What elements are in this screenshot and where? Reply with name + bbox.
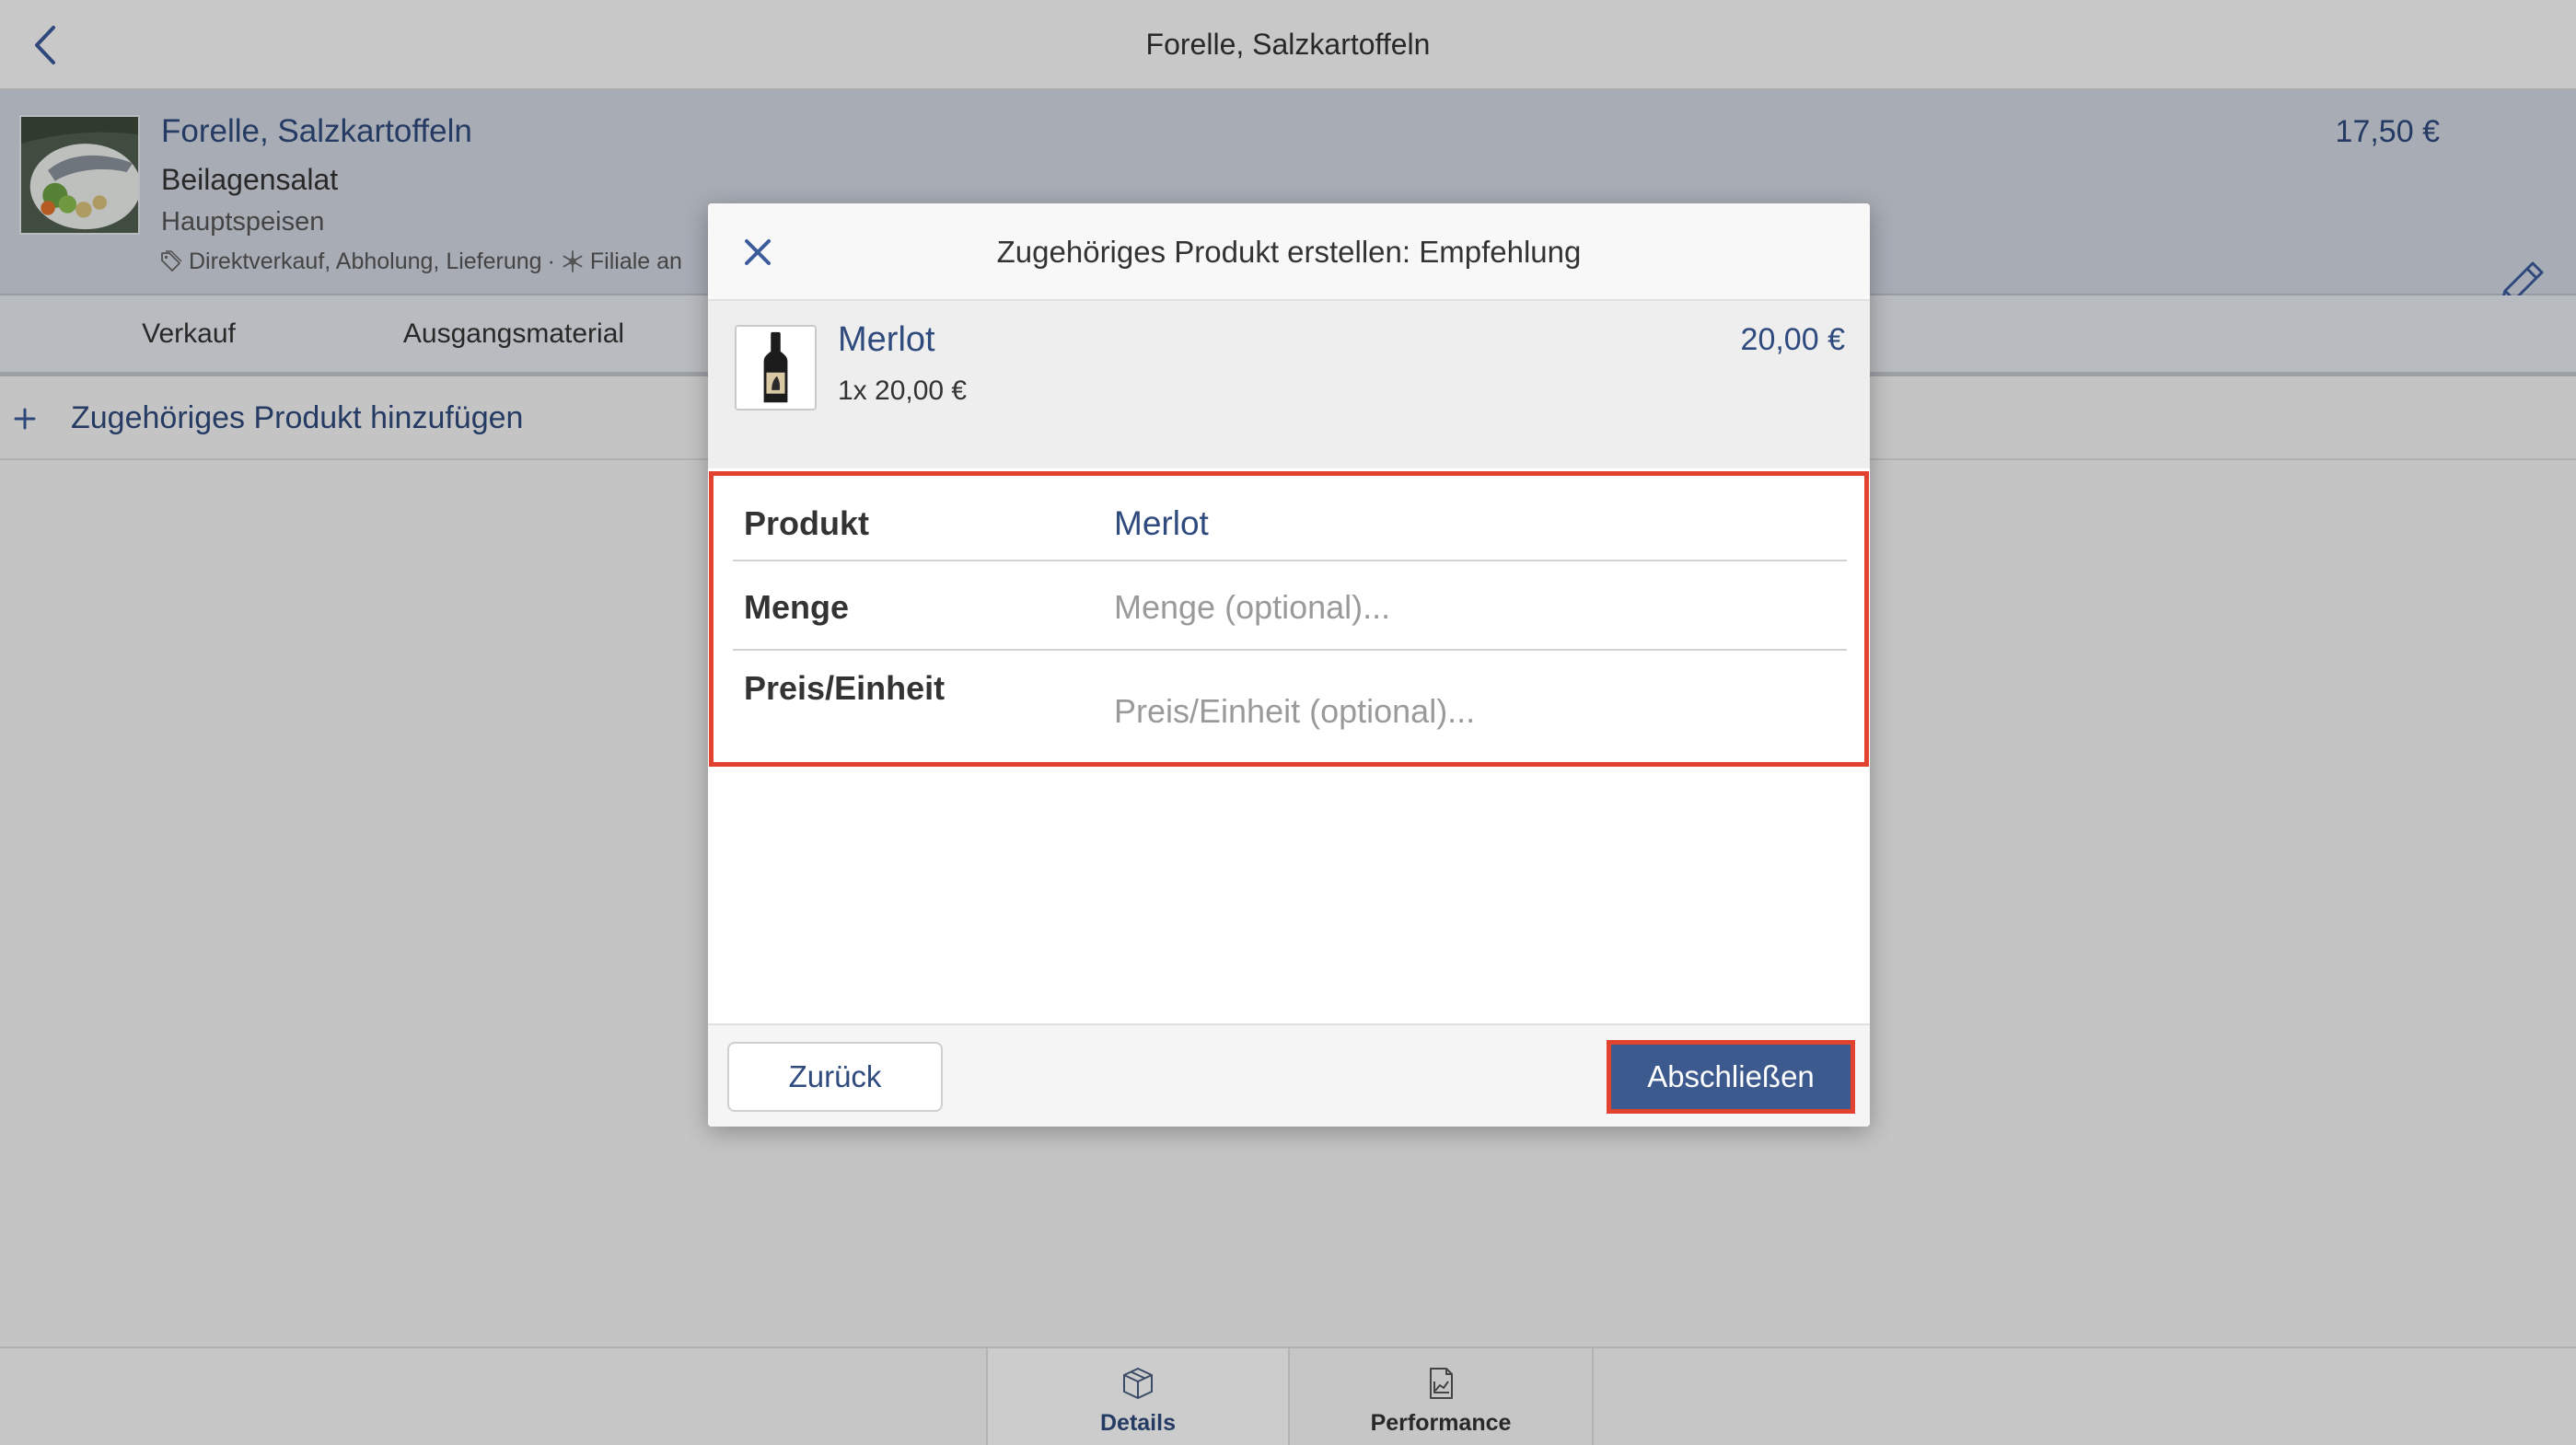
product-preview: Merlot 1x 20,00 € 20,00 € — [708, 301, 1870, 468]
preview-product-name: Merlot — [838, 320, 935, 359]
back-button-dialog[interactable]: Zurück — [727, 1042, 943, 1112]
create-related-product-dialog: Zugehöriges Produkt erstellen: Empfehlun… — [708, 203, 1870, 1127]
wine-bottle-icon — [737, 327, 815, 409]
wine-bottle-image — [735, 325, 817, 410]
quantity-input[interactable] — [1114, 585, 1832, 630]
close-icon — [745, 239, 771, 265]
dialog-footer: Zurück Abschließen — [708, 1023, 1870, 1127]
product-field-value[interactable]: Merlot — [1114, 503, 1209, 544]
form-divider — [733, 649, 1847, 651]
quantity-field-label: Menge — [744, 588, 850, 626]
close-dialog-button[interactable] — [739, 234, 776, 271]
app-screen: Forelle, Salzkartoffeln Forelle, Salzkar… — [0, 0, 2576, 1445]
preview-total-price: 20,00 € — [1740, 322, 1845, 357]
dialog-header: Zugehöriges Produkt erstellen: Empfehlun… — [708, 203, 1870, 301]
finish-button[interactable]: Abschließen — [1607, 1040, 1855, 1114]
related-product-form: Produkt Merlot Menge Preis/Einheit — [709, 471, 1869, 767]
unit-price-input[interactable] — [1114, 689, 1832, 734]
preview-quantity-line: 1x 20,00 € — [838, 376, 968, 406]
unit-price-field-label: Preis/Einheit — [744, 669, 946, 707]
product-field-label: Produkt — [744, 504, 870, 542]
form-divider — [733, 560, 1847, 561]
dialog-title: Zugehöriges Produkt erstellen: Empfehlun… — [996, 235, 1582, 269]
